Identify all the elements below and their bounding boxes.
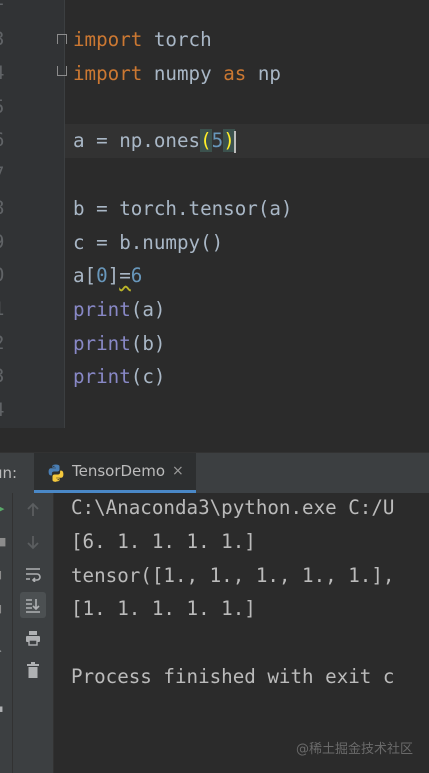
matched-paren: ( [200, 129, 212, 152]
trash-icon[interactable] [20, 657, 46, 683]
code-line-6[interactable]: a = np.ones(5) [73, 124, 236, 158]
code-line-8[interactable]: b = torch.tensor(a) [73, 192, 293, 226]
settings-icon[interactable]: ▮ [0, 603, 8, 615]
console-toolbar [13, 493, 54, 773]
arrow-down-icon[interactable] [20, 529, 46, 555]
code-text: ] [107, 264, 120, 287]
code-text: a[ [73, 264, 97, 287]
soft-wrap-icon[interactable] [20, 561, 46, 587]
number-literal: 5 [211, 129, 224, 152]
rerun-icon[interactable]: ▶ [0, 503, 8, 515]
code-line-10[interactable]: a[0]=6 [73, 259, 142, 293]
builtin-function: print [73, 365, 131, 388]
code-line-9[interactable]: c = b.numpy() [73, 226, 223, 260]
line-number: 1 [0, 293, 14, 327]
builtin-function: print [73, 332, 131, 355]
line-number: 8 [0, 192, 14, 226]
text-cursor [233, 130, 236, 153]
line-number-gutter: 2 3 4 5 6 7 8 9 0 1 2 3 4 [0, 0, 65, 428]
stop-icon[interactable]: ■ [0, 536, 8, 548]
close-icon[interactable]: × [172, 453, 184, 490]
code-text: numpy [142, 62, 224, 85]
console-output-line: C:\Anaconda3\python.exe C:/U [71, 496, 395, 519]
console-output-line: [6. 1. 1. 1. 1.] [71, 530, 256, 553]
tab-tensordemo[interactable]: TensorDemo × [34, 453, 196, 493]
fold-end-icon[interactable] [57, 66, 67, 76]
line-number: 5 [0, 91, 14, 125]
console-output-line: tensor([1., 1., 1., 1., 1.], [71, 564, 395, 587]
run-actions-strip: ▶ ■ ▮ ▮ ▸ ▪ [0, 493, 13, 773]
code-editor[interactable]: 2 3 4 5 6 7 8 9 0 1 2 3 4 import torch i… [0, 0, 429, 428]
print-icon[interactable] [20, 625, 46, 651]
line-number: 9 [0, 226, 14, 260]
code-text: (c) [130, 365, 166, 388]
keyword: import [73, 28, 143, 51]
arrow-up-icon[interactable] [20, 497, 46, 523]
keyword: as [223, 62, 247, 85]
code-line-12[interactable]: print(b) [73, 327, 165, 361]
keyword: import [73, 62, 143, 85]
fold-start-icon[interactable] [57, 34, 67, 44]
scroll-to-end-icon[interactable] [20, 592, 46, 618]
number-literal: 6 [130, 264, 143, 287]
line-number: 7 [0, 158, 14, 192]
code-line-3[interactable]: import torch [73, 23, 212, 57]
line-number: 4 [0, 394, 14, 428]
number-literal: 0 [96, 264, 108, 287]
line-number: 2 [0, 0, 14, 17]
code-text: torch [142, 28, 212, 51]
pin-icon[interactable]: ▸ [0, 645, 8, 657]
code-line-4[interactable]: import numpy as np [73, 57, 281, 91]
run-tool-window-header: un: TensorDemo × [0, 452, 429, 494]
line-number: 6 [0, 124, 14, 158]
builtin-function: print [73, 298, 131, 321]
watermark: @稀土掘金技术社区 [295, 742, 413, 757]
tab-label: TensorDemo [72, 462, 166, 480]
console-output-line: [1. 1. 1. 1. 1.] [71, 597, 256, 620]
python-icon [48, 464, 64, 482]
code-text: (a) [130, 298, 166, 321]
run-label: un: [0, 464, 18, 482]
line-number: 3 [0, 23, 14, 57]
code-text: (b) [130, 332, 166, 355]
line-number: 4 [0, 57, 14, 91]
line-number: 2 [0, 327, 14, 361]
console-output-line: Process finished with exit c [71, 665, 395, 688]
run-console[interactable]: ▶ ■ ▮ ▮ ▸ ▪ C:\Anaconda3\python.exe C:/U… [0, 493, 429, 773]
code-line-11[interactable]: print(a) [73, 293, 165, 327]
code-text: np [246, 62, 281, 85]
line-number: 0 [0, 259, 14, 293]
code-text: a = np.ones [73, 129, 201, 152]
line-number: 3 [0, 360, 14, 394]
more-icon[interactable]: ▪ [0, 703, 8, 715]
warning-squiggle: = [119, 264, 131, 287]
code-line-13[interactable]: print(c) [73, 360, 165, 394]
layout-icon[interactable]: ▮ [0, 569, 8, 581]
